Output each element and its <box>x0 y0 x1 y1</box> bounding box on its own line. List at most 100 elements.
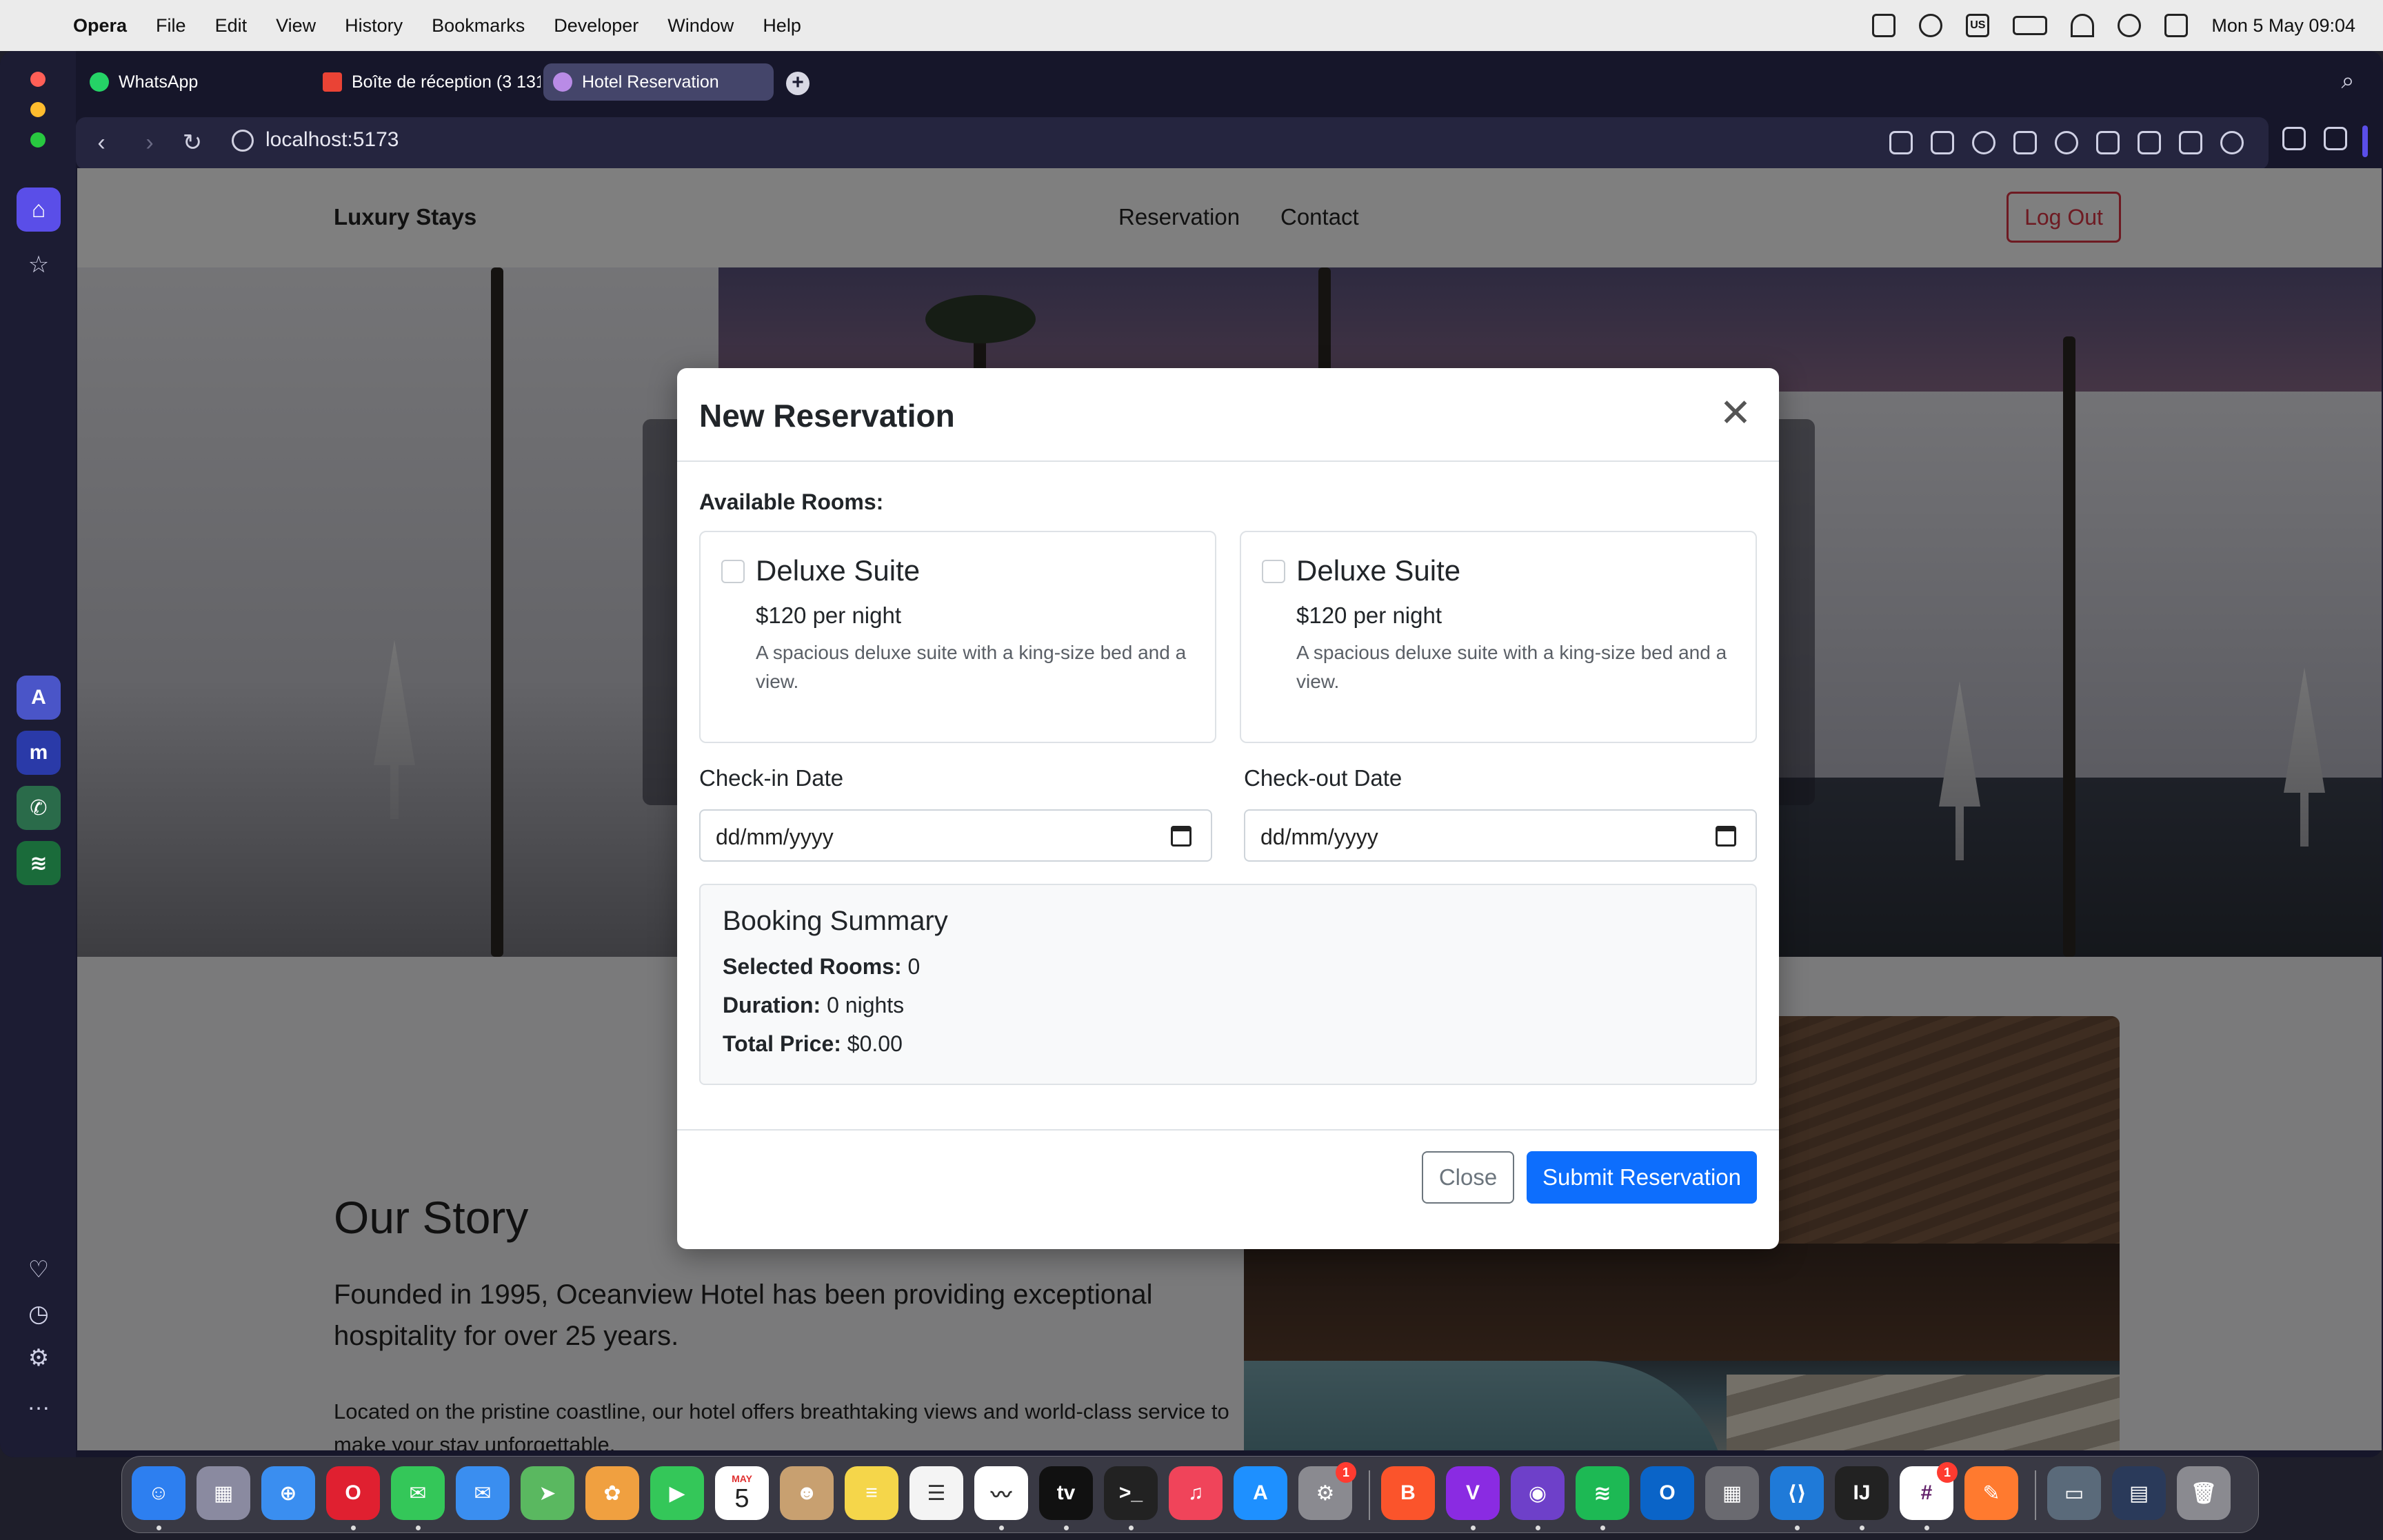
battery-saver-icon[interactable] <box>2138 131 2161 154</box>
calculator-icon[interactable]: ▦ <box>1705 1466 1759 1520</box>
room-card[interactable]: Deluxe Suite $120 per night A spacious d… <box>699 531 1216 743</box>
spotlight-search-icon[interactable] <box>2118 14 2142 37</box>
settings-gear-icon[interactable]: ⚙ <box>17 1336 61 1380</box>
camera-icon[interactable] <box>1931 131 1954 154</box>
launchpad-icon[interactable]: ▦ <box>197 1466 250 1520</box>
menu-edit[interactable]: Edit <box>215 15 248 37</box>
forward-arrow-icon[interactable]: › <box>134 127 165 159</box>
heart-icon[interactable]: ♡ <box>17 1248 61 1292</box>
notes-icon[interactable]: ≡ <box>845 1466 898 1520</box>
tab-gmail[interactable]: Boîte de réception (3 131) <box>313 63 541 101</box>
menu-view[interactable]: View <box>276 15 316 37</box>
tab-whatsapp[interactable]: WhatsApp <box>80 63 308 101</box>
control-center-icon[interactable] <box>2164 14 2189 37</box>
photos-icon[interactable]: ✿ <box>585 1466 639 1520</box>
calendar-icon[interactable] <box>1716 826 1736 847</box>
easy-setup-menu-icon[interactable] <box>2179 131 2202 154</box>
close-window-icon[interactable] <box>30 72 46 87</box>
wifi-icon[interactable] <box>2071 14 2095 37</box>
close-x-icon[interactable]: ✕ <box>1716 394 1756 434</box>
bookmark-heart-icon[interactable] <box>2055 131 2078 154</box>
room-card[interactable]: Deluxe Suite $120 per night A spacious d… <box>1240 531 1757 743</box>
reminders-icon[interactable]: ☰ <box>909 1466 963 1520</box>
menu-help[interactable]: Help <box>763 15 801 37</box>
back-arrow-icon[interactable]: ‹ <box>86 127 117 159</box>
menu-app-name[interactable]: Opera <box>73 15 127 37</box>
system-settings-icon[interactable]: ⚙ 1 <box>1298 1462 1356 1520</box>
snap-edit-icon[interactable] <box>1889 131 1913 154</box>
opera-icon[interactable]: O <box>326 1466 380 1520</box>
app-store-icon[interactable]: A <box>1234 1466 1287 1520</box>
submit-reservation-button[interactable]: Submit Reservation <box>1527 1151 1757 1204</box>
whatsapp-icon[interactable]: ✆ <box>17 786 61 830</box>
spotify-icon[interactable]: ≋ <box>17 841 61 885</box>
checkout-date-input[interactable]: dd/mm/yyyy <box>1244 809 1757 862</box>
reload-icon[interactable]: ↻ <box>177 127 208 159</box>
menu-history[interactable]: History <box>345 15 403 37</box>
room-checkbox[interactable] <box>721 560 745 583</box>
sidebar-toggle-indicator[interactable] <box>2362 125 2368 157</box>
aria-icon[interactable]: A <box>17 676 61 720</box>
url-field[interactable]: localhost:5173 <box>265 128 399 152</box>
home-icon[interactable]: ⌂ <box>17 188 61 232</box>
play-status-icon[interactable] <box>1919 14 1943 37</box>
menu-window[interactable]: Window <box>667 15 734 37</box>
history-clock-icon[interactable]: ◷ <box>17 1292 61 1336</box>
screenshots-stack-icon[interactable]: ▤ <box>2112 1466 2166 1520</box>
aria-pen-icon[interactable] <box>2282 127 2306 150</box>
keyboard-layout-icon[interactable]: US <box>1966 14 1990 37</box>
webstorm-status-icon[interactable] <box>1872 14 1896 37</box>
outlook-icon[interactable]: O <box>1640 1466 1694 1520</box>
battery-icon[interactable] <box>2013 16 2048 35</box>
vivaldi-icon[interactable]: V <box>1446 1466 1500 1520</box>
slack-icon[interactable]: # 1 <box>1900 1462 1958 1520</box>
finder-icon[interactable]: ☺ <box>132 1466 185 1520</box>
calendar-app-icon[interactable]: MAY 5 <box>715 1466 769 1520</box>
trash-icon[interactable]: 🗑 <box>2177 1466 2231 1520</box>
summary-duration-value: 0 nights <box>827 993 905 1017</box>
checkin-date-input[interactable]: dd/mm/yyyy <box>699 809 1212 862</box>
profile-icon[interactable] <box>2220 131 2244 154</box>
messages-icon[interactable]: ✉ <box>391 1466 445 1520</box>
tab-search-icon[interactable]: ⌕ <box>2332 65 2364 97</box>
calendar-icon[interactable] <box>1171 826 1192 847</box>
menu-developer[interactable]: Developer <box>554 15 639 37</box>
summary-selected-value: 0 <box>907 954 921 979</box>
browser-sidebar: ⌂ ☆ A m ✆ ≋ ♡ ◷ ⚙ … <box>0 51 76 1457</box>
tab-hotel-reservation[interactable]: Hotel Reservation <box>543 63 774 101</box>
contacts-icon[interactable]: ☻ <box>780 1466 834 1520</box>
menu-bookmarks[interactable]: Bookmarks <box>432 15 525 37</box>
music-icon[interactable]: ♫ <box>1169 1466 1223 1520</box>
adblock-shield-icon[interactable] <box>1972 131 1995 154</box>
mail-icon[interactable]: ✉ <box>456 1466 510 1520</box>
intellij-icon[interactable]: IJ <box>1835 1466 1889 1520</box>
close-button[interactable]: Close <box>1422 1151 1514 1204</box>
minimize-window-icon[interactable] <box>30 102 46 117</box>
extensions-cube-icon[interactable] <box>2324 127 2347 150</box>
downloads-icon[interactable] <box>2096 131 2120 154</box>
summary-total-label: Total Price: <box>723 1031 841 1056</box>
menu-file[interactable]: File <box>156 15 186 37</box>
facetime-icon[interactable]: ▶ <box>650 1466 704 1520</box>
star-icon[interactable]: ☆ <box>17 243 61 287</box>
freeform-icon[interactable]: 〰 <box>974 1466 1028 1520</box>
more-icon[interactable]: … <box>17 1380 61 1424</box>
apple-tv-icon[interactable]: tv <box>1039 1466 1093 1520</box>
safari-icon[interactable]: ⊕ <box>261 1466 315 1520</box>
flow-send-icon[interactable] <box>2013 131 2037 154</box>
terminal-icon[interactable]: >_ <box>1104 1466 1158 1520</box>
zoom-window-icon[interactable] <box>30 132 46 148</box>
gmail-favicon-icon <box>323 72 342 92</box>
room-checkbox[interactable] <box>1262 560 1285 583</box>
messenger-icon[interactable]: m <box>17 731 61 775</box>
new-tab-plus-icon[interactable]: + <box>786 72 810 95</box>
menu-clock[interactable]: Mon 5 May 09:04 <box>2211 15 2355 37</box>
brave-icon[interactable]: B <box>1381 1466 1435 1520</box>
vscode-icon[interactable]: ⟨⟩ <box>1770 1466 1824 1520</box>
postman-icon[interactable]: ✎ <box>1964 1466 2018 1520</box>
spotify-dock-icon[interactable]: ≋ <box>1576 1466 1629 1520</box>
github-desktop-icon[interactable]: ◉ <box>1511 1466 1565 1520</box>
downloads-stack-icon[interactable]: ▭ <box>2047 1466 2101 1520</box>
site-info-globe-icon[interactable] <box>232 130 254 152</box>
maps-icon[interactable]: ➤ <box>521 1466 574 1520</box>
